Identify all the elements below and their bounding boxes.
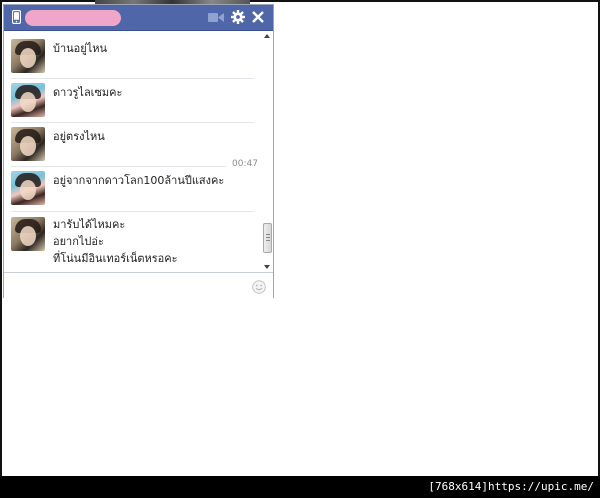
video-icon[interactable]: [208, 12, 224, 23]
scroll-thumb[interactable]: [263, 223, 272, 253]
message-input[interactable]: [4, 272, 273, 298]
message-text: อยู่ตรงไหน: [53, 130, 105, 143]
emoji-icon[interactable]: [252, 280, 266, 294]
bottom-bar: [768x614]https://upic.me/: [0, 476, 600, 498]
message-text: บ้านอยู่ไหน: [53, 42, 108, 55]
chat-scrollbar[interactable]: [262, 31, 273, 272]
message-divider: [11, 78, 254, 79]
watermark-text: [768x614]https://upic.me/: [428, 480, 594, 493]
message-divider: [11, 122, 254, 123]
message-text: ดาวรูไลเซมคะ: [53, 86, 123, 99]
chat-window: บ้านอยู่ไหน ดาวรูไลเซมคะ อยู่ตรงไหน 00:4…: [3, 4, 274, 298]
message-text: อยู่จากจากดาวโลก100ล้านปีแสงคะ: [53, 174, 225, 187]
scroll-up-arrow-icon[interactable]: [264, 34, 270, 38]
message-divider: [11, 166, 226, 167]
message-text: ที่โน่นมีอินเทอร์เน็ตหรอคะ: [53, 252, 178, 265]
avatar[interactable]: [11, 83, 45, 117]
avatar[interactable]: [11, 39, 45, 73]
phone-icon: [12, 10, 21, 24]
message-list[interactable]: บ้านอยู่ไหน ดาวรูไลเซมคะ อยู่ตรงไหน 00:4…: [4, 31, 262, 272]
chat-header[interactable]: [4, 5, 273, 31]
avatar[interactable]: [11, 217, 45, 251]
message-divider: [11, 211, 254, 212]
timestamp: 00:47: [230, 159, 258, 169]
message-text: มารับได้ไหมคะ: [53, 218, 126, 231]
contact-name-redacted[interactable]: [25, 10, 121, 26]
avatar[interactable]: [11, 171, 45, 205]
close-icon[interactable]: [252, 11, 264, 23]
avatar[interactable]: [11, 127, 45, 161]
message-text: อยากไปอ่ะ: [53, 235, 104, 248]
gear-icon[interactable]: [231, 10, 245, 24]
scroll-down-arrow-icon[interactable]: [264, 265, 270, 269]
